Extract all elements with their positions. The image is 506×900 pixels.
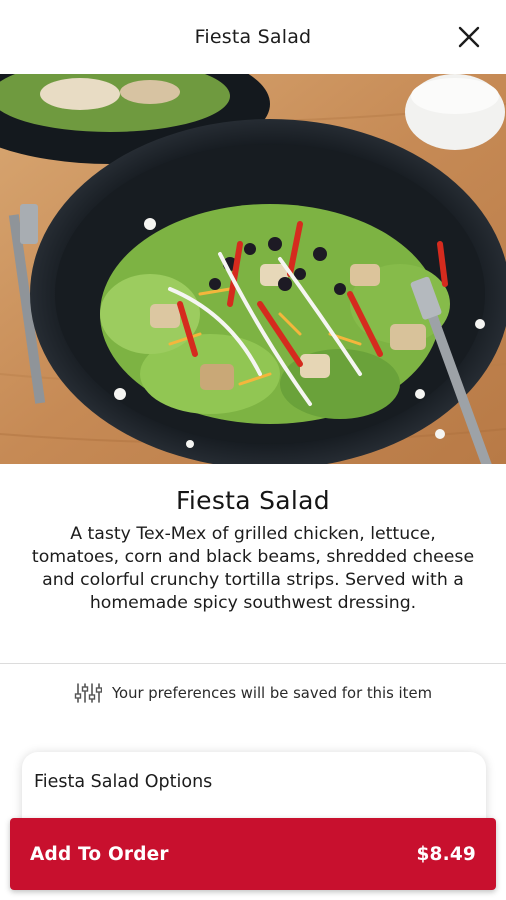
header-bar: Fiesta Salad <box>0 0 506 74</box>
divider <box>0 663 506 664</box>
options-title: Fiesta Salad Options <box>34 772 213 792</box>
item-photo <box>0 74 506 464</box>
close-icon <box>458 26 480 48</box>
header-title: Fiesta Salad <box>194 26 312 48</box>
item-details: Fiesta Salad A tasty Tex-Mex of grilled … <box>0 464 506 664</box>
add-to-order-button[interactable]: Add To Order $8.49 <box>10 818 496 890</box>
sliders-icon <box>74 683 102 703</box>
item-description: A tasty Tex-Mex of grilled chicken, lett… <box>31 524 475 613</box>
preferences-text: Your preferences will be saved for this … <box>111 684 432 702</box>
add-to-order-label: Add To Order <box>30 843 169 865</box>
preferences-note: Your preferences will be saved for this … <box>0 676 506 710</box>
salad-photo-illustration <box>0 74 506 464</box>
close-button[interactable] <box>454 22 484 52</box>
item-title: Fiesta Salad <box>176 486 330 515</box>
order-price: $8.49 <box>416 843 476 865</box>
